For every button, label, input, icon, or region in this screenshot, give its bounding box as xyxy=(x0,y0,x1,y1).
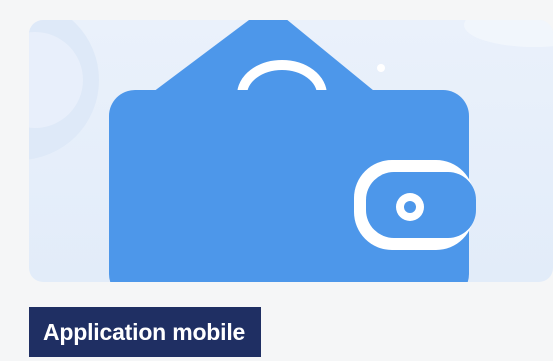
card-illustration[interactable] xyxy=(29,20,553,282)
wallet-illustration xyxy=(29,20,553,282)
app-card[interactable]: Application mobile xyxy=(0,0,553,361)
bg-blob-right xyxy=(464,20,553,47)
category-tag[interactable]: Application mobile xyxy=(29,307,262,357)
wallet-coin-dot xyxy=(377,64,385,72)
wallet-clasp-hole xyxy=(404,201,416,213)
wallet-icon xyxy=(109,20,476,282)
wallet-flap xyxy=(149,20,379,95)
